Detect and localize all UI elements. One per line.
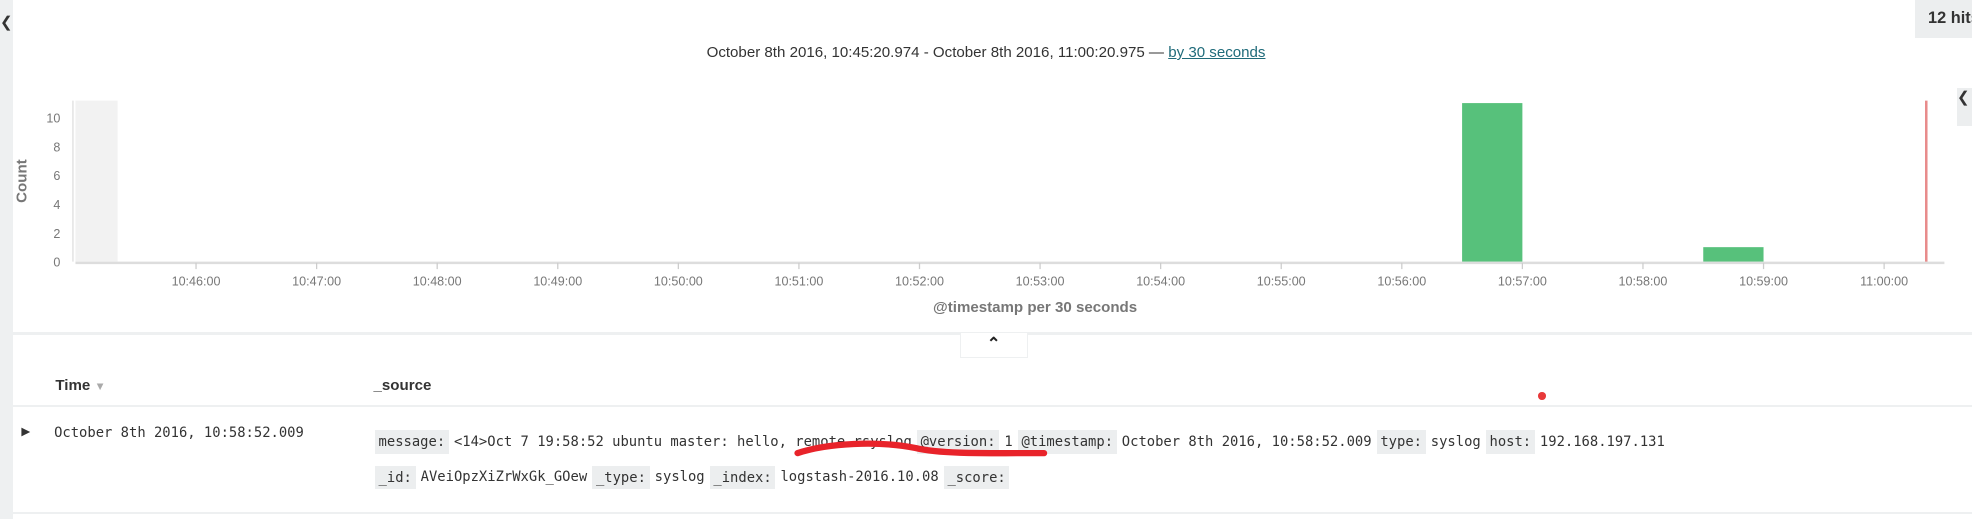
x-tick-label: 10:46:00 [172, 274, 221, 288]
chevron-up-icon: ⌃ [986, 335, 1001, 354]
chevron-left-icon[interactable]: ❮ [0, 13, 13, 31]
divider [12, 511, 1972, 515]
y-tick-label: 0 [53, 256, 60, 270]
x-tick-label: 10:49:00 [533, 274, 582, 288]
hits-count: 12 hits [1915, 0, 1972, 38]
x-tick-label: 10:58:00 [1619, 274, 1668, 288]
field-value: logstash-2016.10.08 [780, 469, 939, 486]
x-tick-label: 10:59:00 [1739, 274, 1788, 288]
time-range-text: October 8th 2016, 10:45:20.974 - October… [706, 44, 1169, 62]
x-tick-label: 10:48:00 [413, 274, 462, 288]
x-tick-label: 10:47:00 [292, 274, 341, 288]
annotation-dot [1538, 392, 1546, 400]
x-tick-label: 10:50:00 [654, 274, 703, 288]
field-value: AVeiOpzXiZrWxGk_GOew [420, 469, 588, 486]
time-range-title: October 8th 2016, 10:45:20.974 - October… [0, 44, 1972, 61]
field-value: October 8th 2016, 10:58:52.009 [1121, 434, 1372, 451]
caret-right-icon[interactable]: ▶ [21, 425, 30, 438]
histogram-chart[interactable]: 0 2 4 6 8 10 10:46:00 10:47:00 10:48:00 10:49:00 1… [0, 88, 1972, 327]
field-key: _id: [374, 465, 416, 490]
field-key: type: [1376, 430, 1426, 454]
row-time: October 8th 2016, 10:58:52.009 [54, 425, 304, 442]
column-label: Time [55, 377, 91, 395]
y-tick-label: 4 [53, 198, 60, 212]
y-axis-label: Count [13, 159, 30, 203]
collapse-chart-button[interactable]: ⌃ [959, 333, 1028, 359]
field-value: syslog [654, 469, 705, 486]
divider [12, 404, 1972, 408]
red-annotation-underline [794, 440, 1048, 457]
field-value: syslog [1430, 434, 1481, 451]
partial-bucket-shade [75, 100, 118, 262]
x-tick-label: 10:57:00 [1498, 274, 1547, 288]
row-source: message: <14>Oct 7 19:58:52 ubuntu master… [374, 425, 1966, 495]
x-axis-label: @timestamp per 30 seconds [933, 299, 1137, 316]
field-key: _score: [943, 465, 1010, 490]
x-tick-label: 11:00:00 [1860, 274, 1908, 288]
x-tick-label: 10:56:00 [1377, 274, 1426, 288]
column-header-source: _source [373, 377, 432, 395]
y-tick-label: 8 [53, 140, 60, 154]
sort-down-icon[interactable]: ▼ [94, 381, 105, 393]
x-tick-label: 10:54:00 [1136, 274, 1185, 288]
histogram-bar[interactable] [1462, 103, 1523, 262]
x-tick-label: 10:53:00 [1016, 274, 1065, 288]
field-key: _type: [592, 465, 650, 490]
field-key: _index: [709, 465, 776, 490]
x-tick-label: 10:51:00 [774, 274, 823, 288]
field-key: host: [1485, 430, 1535, 454]
y-tick-label: 6 [53, 169, 60, 183]
field-value: 192.168.197.131 [1539, 434, 1665, 451]
column-header-time[interactable]: Time ▼ [55, 377, 105, 394]
y-tick-label: 2 [53, 227, 60, 241]
field-key: message: [374, 430, 449, 454]
histogram-bar[interactable] [1703, 247, 1764, 262]
y-tick-label: 10 [46, 112, 60, 126]
interval-link[interactable]: by 30 seconds [1168, 44, 1265, 61]
x-tick-label: 10:52:00 [895, 274, 944, 288]
x-tick-label: 10:55:00 [1257, 274, 1306, 288]
